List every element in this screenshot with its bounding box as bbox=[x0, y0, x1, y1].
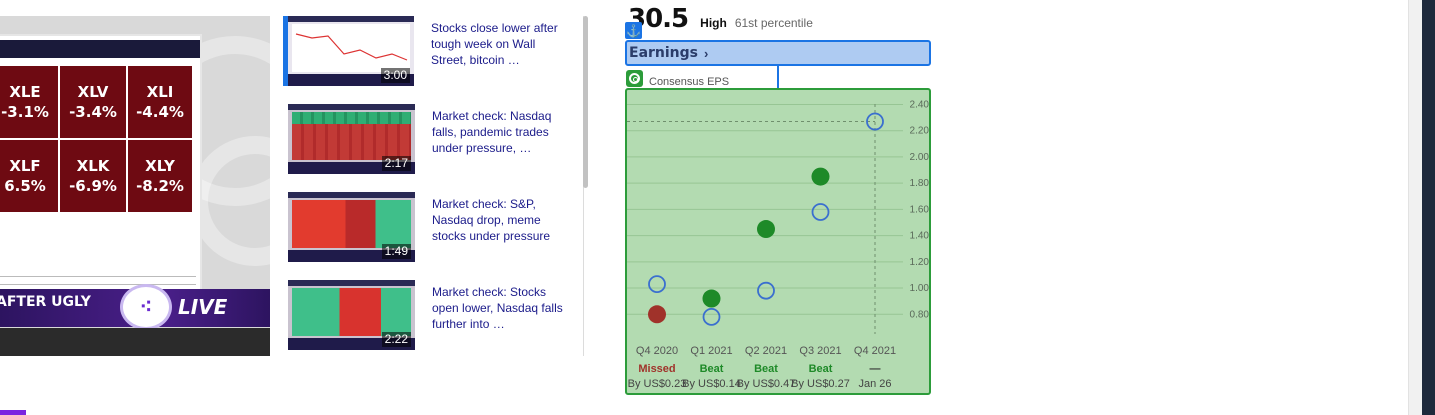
thumbnail-header bbox=[288, 192, 415, 198]
y-tick-label: 2.40 bbox=[910, 99, 929, 110]
heatmap-cell: XLI -4.4% bbox=[128, 66, 192, 138]
result-label: Beat bbox=[809, 363, 833, 375]
eps-chart-svg: 0.80 1.00 1.20 1.40 1.60 1.80 2.00 2.20 2.40 Q4 … bbox=[627, 99, 929, 390]
lower-third-headline: AFTER UGLY bbox=[0, 294, 91, 310]
video-duration: 1:49 bbox=[381, 244, 411, 259]
estimate-point bbox=[702, 307, 721, 326]
video-title[interactable]: Stocks close lower after tough week on W… bbox=[431, 16, 571, 88]
quarter-label: Q4 2020 bbox=[636, 345, 678, 357]
playlist-item[interactable]: 2:17 Market check: Nasdaq falls, pandemi… bbox=[283, 104, 583, 176]
heatmap-cell: XLF 6.5% bbox=[0, 140, 58, 212]
thumbnail-header bbox=[288, 16, 414, 22]
page-scrollbar[interactable] bbox=[1408, 0, 1422, 415]
heatmap-cell: XLY -8.2% bbox=[128, 140, 192, 212]
playlist-scrollbar-thumb[interactable] bbox=[583, 16, 588, 188]
playlist-item[interactable]: 3:00 Stocks close lower after tough week… bbox=[283, 16, 583, 88]
thumbnail-header bbox=[288, 280, 415, 286]
y-tick-label: 1.80 bbox=[910, 178, 929, 189]
video-title[interactable]: Market check: Stocks open lower, Nasdaq … bbox=[432, 280, 572, 352]
video-thumbnail[interactable]: 2:17 bbox=[288, 104, 415, 174]
window-edge bbox=[1422, 0, 1435, 415]
screen-header-bar bbox=[0, 40, 200, 58]
video-title[interactable]: Market check: Nasdaq falls, pandemic tra… bbox=[432, 104, 572, 176]
quarter-label: Q2 2021 bbox=[745, 345, 787, 357]
consensus-eps-label: Consensus EPS bbox=[649, 76, 730, 88]
y-tick-label: 1.20 bbox=[910, 257, 929, 268]
playlist-item[interactable]: 2:22 Market check: Stocks open lower, Na… bbox=[283, 280, 583, 352]
earnings-tab[interactable]: Earnings › bbox=[625, 40, 931, 66]
video-player[interactable]: XLE -3.1% XLV -3.4% XLI -4.4% XLF 6.5% XLK -6… bbox=[0, 16, 270, 356]
quarter-label: Q3 2021 bbox=[799, 345, 841, 357]
result-sublabel: By US$0.47 bbox=[737, 378, 796, 390]
quarter-label: Q1 2021 bbox=[690, 345, 732, 357]
result-sublabel: By US$0.27 bbox=[791, 378, 850, 390]
thumbnail-line-icon bbox=[295, 33, 408, 61]
result-label: — bbox=[870, 363, 881, 375]
thumbnail-heatmap bbox=[292, 288, 411, 336]
y-tick-label: 1.60 bbox=[910, 204, 929, 215]
eps-chart: 0.80 1.00 1.20 1.40 1.60 1.80 2.00 2.20 2.40 Q4 … bbox=[625, 88, 931, 395]
y-tick-label: 0.80 bbox=[910, 309, 929, 320]
y-tick-label: 1.00 bbox=[910, 283, 929, 294]
earnings-tab-label: Earnings bbox=[629, 45, 699, 61]
purple-tab-indicator bbox=[0, 410, 26, 415]
result-sublabel: By US$0.14 bbox=[682, 378, 741, 390]
chart-x-labels: Q4 2020 Missed By US$0.23 Q1 2021 Beat By US$… bbox=[628, 345, 896, 390]
actual-point bbox=[757, 220, 775, 239]
y-tick-label: 2.00 bbox=[910, 152, 929, 163]
heatmap-cell: XLK -6.9% bbox=[60, 140, 126, 212]
yahoo-finance-logo-icon: ⁖ bbox=[120, 284, 172, 330]
live-label: LIVE bbox=[178, 295, 228, 319]
score-level: High bbox=[700, 16, 727, 30]
sector-heatmap: XLE -3.1% XLV -3.4% XLI -4.4% XLF 6.5% XLK -6… bbox=[0, 66, 192, 212]
actual-point bbox=[811, 167, 830, 186]
target-icon[interactable] bbox=[626, 70, 643, 87]
result-label: Missed bbox=[638, 363, 675, 375]
heatmap-cell: XLE -3.1% bbox=[0, 66, 58, 138]
lower-third-banner: AFTER UGLY ⁖ LIVE bbox=[0, 284, 270, 330]
chart-y-ticks: 0.80 1.00 1.20 1.40 1.60 1.80 2.00 2.20 2.40 bbox=[910, 99, 929, 320]
result-label: Beat bbox=[754, 363, 778, 375]
chart-guides bbox=[627, 104, 876, 334]
player-control-bar[interactable] bbox=[0, 328, 270, 356]
video-thumbnail[interactable]: 2:22 bbox=[288, 280, 415, 350]
estimate-point bbox=[757, 281, 775, 300]
video-title[interactable]: Market check: S&P, Nasdaq drop, meme sto… bbox=[432, 192, 572, 264]
thumbnail-heatmap bbox=[292, 112, 411, 160]
anchor-icon[interactable]: ⚓ bbox=[625, 22, 642, 39]
video-thumbnail[interactable]: 3:00 bbox=[283, 16, 414, 86]
score-row: 30.5 High 61st percentile bbox=[628, 4, 813, 34]
thumbnail-chart bbox=[292, 24, 410, 72]
video-duration: 3:00 bbox=[380, 68, 410, 83]
y-tick-label: 1.40 bbox=[910, 231, 929, 242]
chart-points bbox=[648, 112, 884, 326]
thumbnail-heatmap bbox=[292, 200, 411, 248]
result-sublabel: By US$0.23 bbox=[628, 378, 687, 390]
actual-point bbox=[648, 305, 666, 324]
playlist-item[interactable]: 1:49 Market check: S&P, Nasdaq drop, mem… bbox=[283, 192, 583, 264]
heatmap-cell: XLV -3.4% bbox=[60, 66, 126, 138]
video-screen: XLE -3.1% XLV -3.4% XLI -4.4% XLF 6.5% XLK -6… bbox=[0, 34, 202, 306]
chevron-right-icon: › bbox=[704, 45, 709, 61]
estimate-point bbox=[648, 275, 666, 294]
quarter-label: Q4 2021 bbox=[854, 345, 896, 357]
estimate-point bbox=[811, 203, 830, 221]
video-duration: 2:22 bbox=[381, 332, 411, 347]
actual-point bbox=[702, 289, 721, 308]
video-thumbnail[interactable]: 1:49 bbox=[288, 192, 415, 262]
result-label: Beat bbox=[700, 363, 724, 375]
video-duration: 2:17 bbox=[381, 156, 411, 171]
result-sublabel: Jan 26 bbox=[858, 378, 891, 390]
thumbnail-header bbox=[288, 104, 415, 110]
connector-line bbox=[777, 66, 779, 88]
score-percentile: 61st percentile bbox=[734, 16, 813, 30]
y-tick-label: 2.20 bbox=[910, 126, 929, 137]
video-playlist: 3:00 Stocks close lower after tough week… bbox=[283, 16, 583, 356]
